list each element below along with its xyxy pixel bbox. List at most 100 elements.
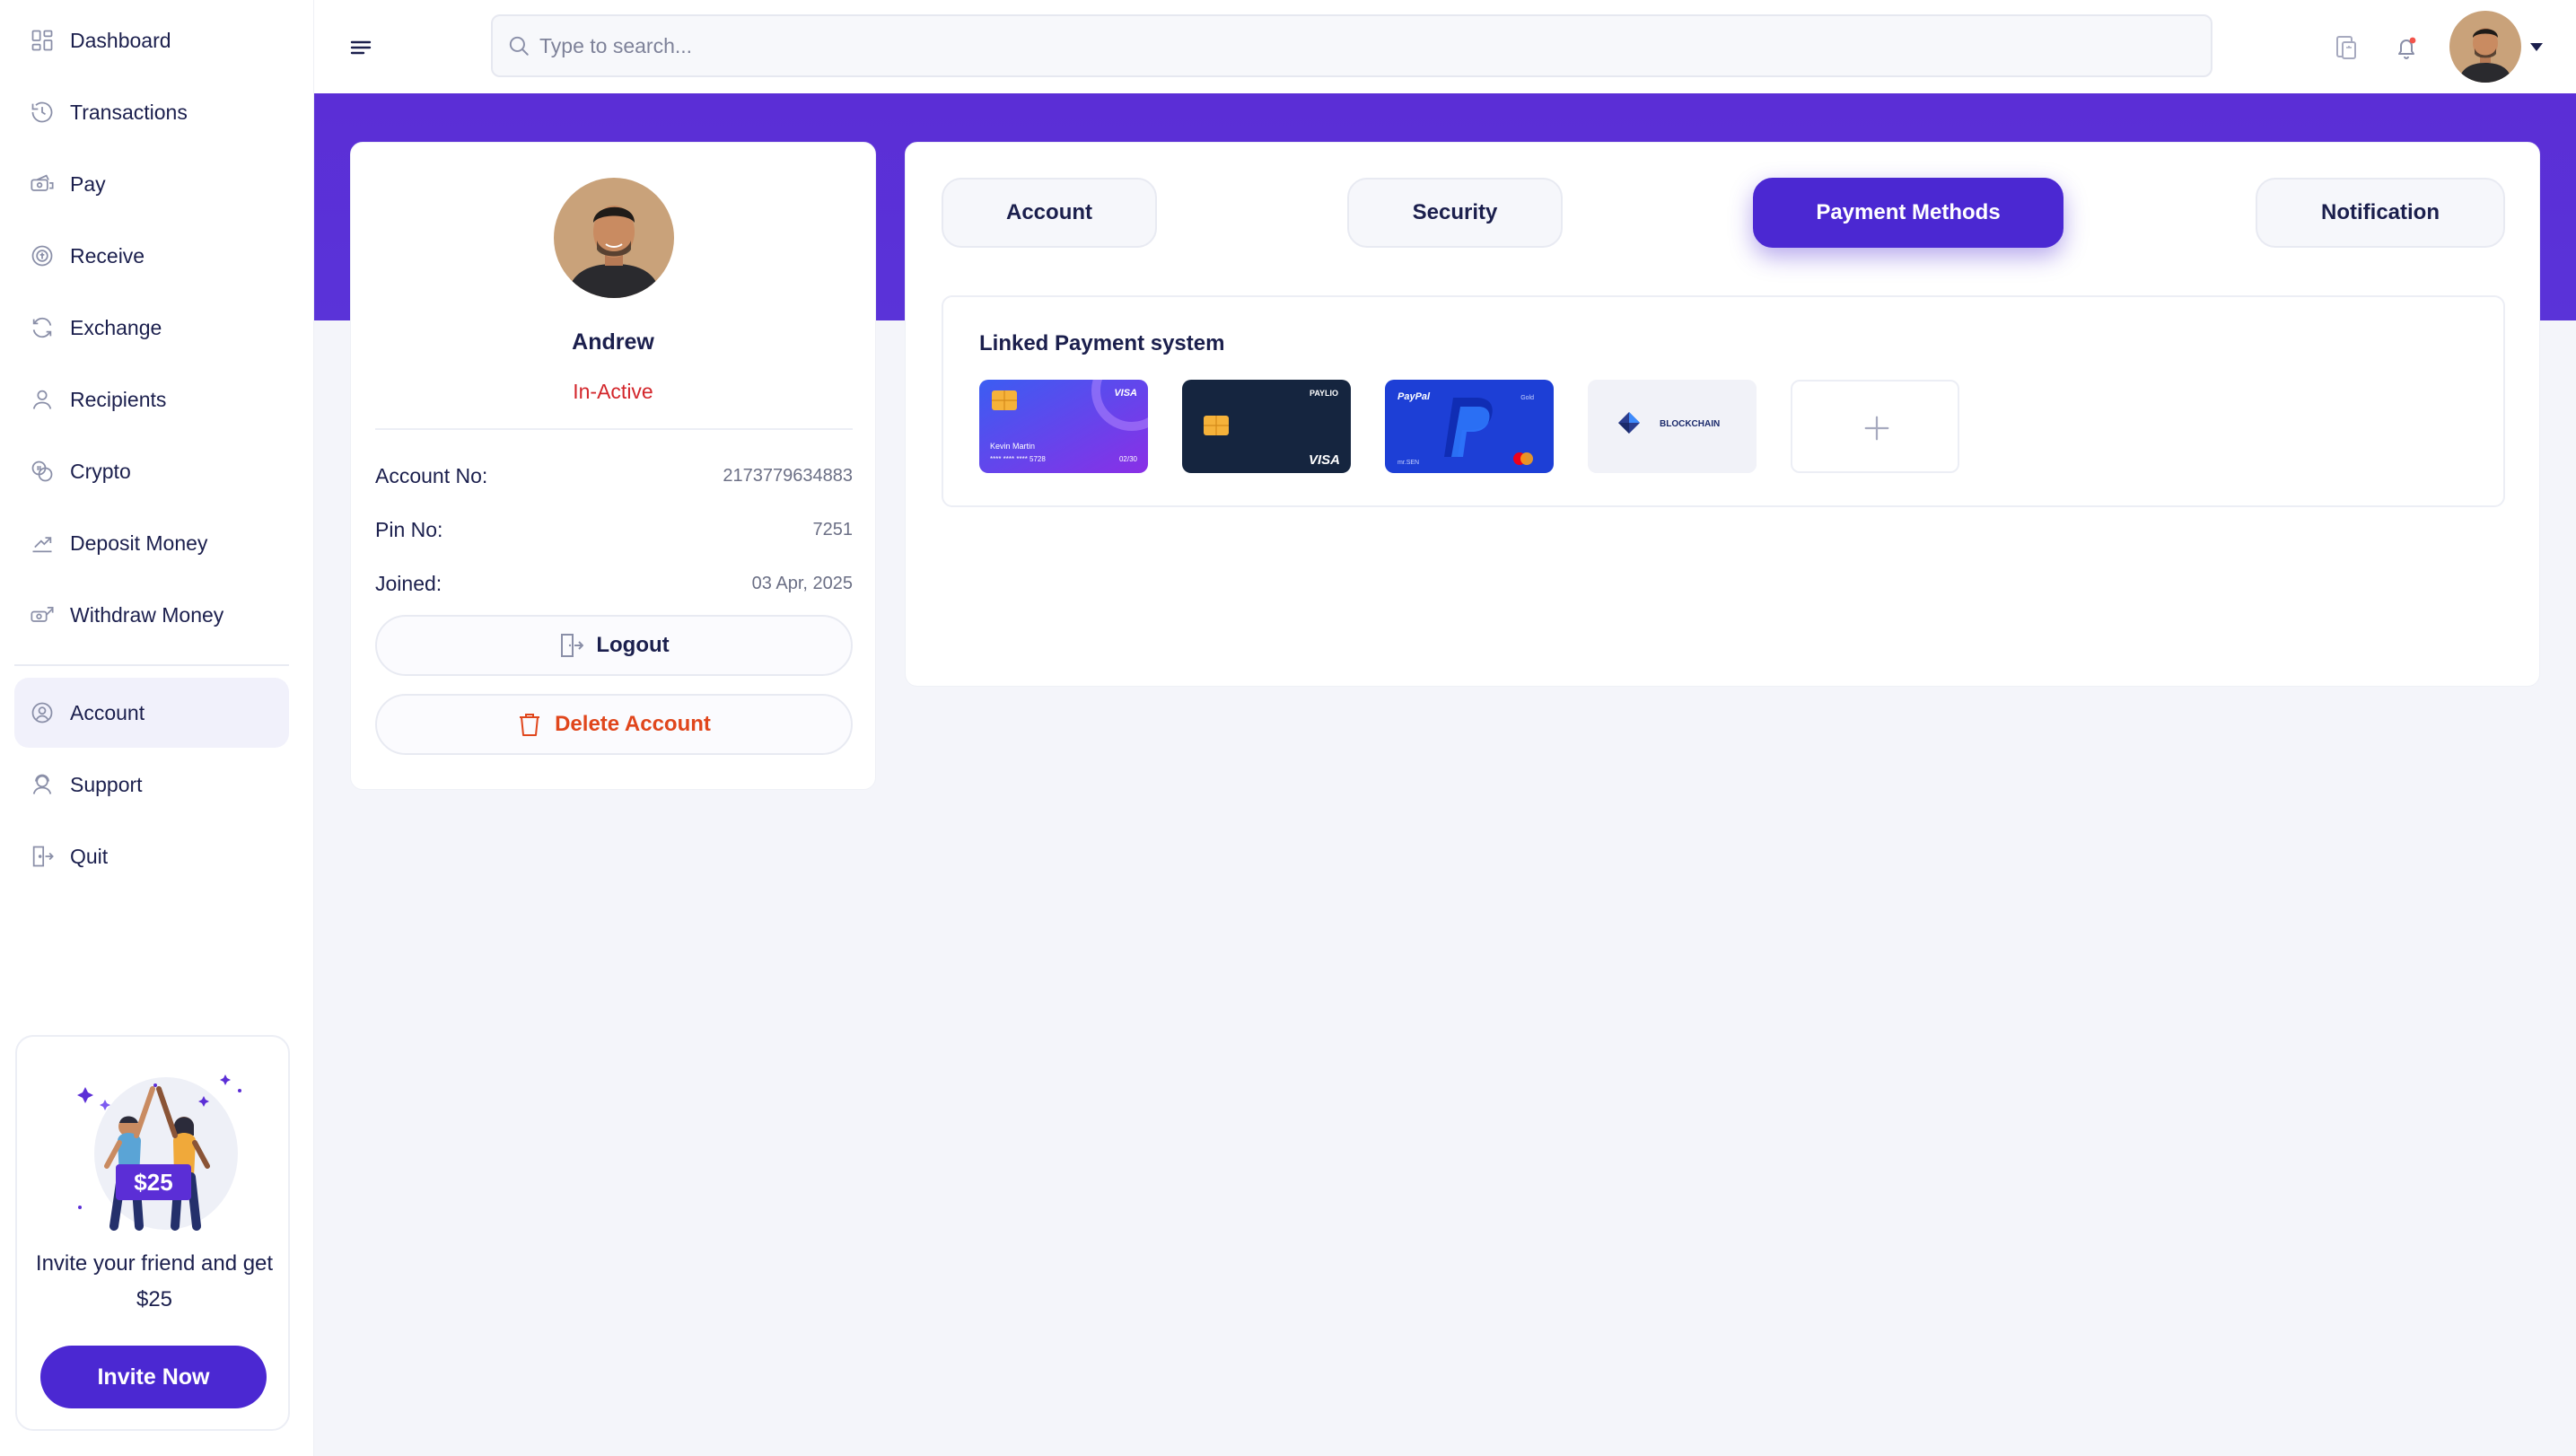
status-badge: In-Active (573, 380, 653, 403)
sidebar-item-label: Deposit Money (70, 531, 208, 555)
blockchain-card-icon: BLOCKCHAIN (1588, 380, 1757, 473)
quit-icon (25, 839, 59, 873)
sidebar-item-label: Account (70, 700, 145, 724)
search-input[interactable] (539, 33, 2155, 58)
top-header (314, 0, 2576, 93)
card-holder: Kevin Martin (990, 442, 1035, 451)
sidebar-item-label: Pay (70, 171, 106, 196)
promo-text: Invite your friend and get $25 (35, 1251, 274, 1311)
sidebar-item-label: Transactions (70, 100, 188, 124)
sidebar-item-label: Crypto (70, 459, 131, 483)
menu-toggle-icon[interactable] (348, 34, 375, 61)
sidebar-item-withdraw-money[interactable]: Withdraw Money (14, 580, 289, 650)
info-row-joined: Joined: 03 Apr, 2025 (375, 572, 853, 596)
tab-security[interactable]: Security (1347, 178, 1563, 248)
info-value: 03 Apr, 2025 (751, 574, 853, 593)
user-avatar-button[interactable] (2449, 11, 2521, 83)
info-label: Account No: (375, 464, 488, 487)
logout-icon (561, 634, 584, 657)
payment-card-blockchain[interactable]: BLOCKCHAIN (1588, 380, 1757, 473)
user-icon (25, 382, 59, 417)
withdraw-icon (25, 598, 59, 632)
search-bar (491, 14, 2212, 77)
tab-payment-methods[interactable]: Payment Methods (1753, 178, 2063, 248)
history-icon (25, 95, 59, 129)
sidebar-divider (14, 664, 289, 666)
sidebar-item-label: Receive (70, 243, 145, 268)
plus-icon (1864, 416, 1889, 441)
sidebar-item-deposit-money[interactable]: Deposit Money (14, 508, 289, 578)
exchange-icon (25, 311, 59, 345)
settings-panel: Account Security Payment Methods Notific… (905, 142, 2540, 687)
tab-notification[interactable]: Notification (2256, 178, 2505, 248)
profile-name: Andrew (572, 329, 654, 355)
dashboard-icon (25, 23, 59, 57)
sidebar-item-exchange[interactable]: Exchange (14, 293, 289, 363)
card-sub: Gold (1520, 395, 1534, 401)
card-brand: PayPal (1398, 391, 1431, 402)
receive-icon (25, 239, 59, 273)
support-icon (25, 767, 59, 802)
sidebar: Dashboard Transactions Pay Receive Excha… (0, 0, 314, 1456)
card-expiry: 02/30 (1119, 455, 1138, 463)
info-row-pin-no: Pin No: 7251 (375, 518, 853, 542)
card-holder: mr.SEN (1398, 460, 1419, 466)
logout-button[interactable]: Logout (375, 615, 853, 676)
logout-label: Logout (596, 633, 670, 657)
sidebar-item-pay[interactable]: Pay (14, 149, 289, 219)
add-payment-method-button[interactable] (1791, 380, 1959, 473)
chevron-down-icon[interactable] (2528, 39, 2545, 54)
info-row-account-no: Account No: 2173779634883 (375, 464, 853, 488)
pay-icon (25, 167, 59, 201)
sidebar-item-label: Quit (70, 844, 109, 868)
linked-payment-section: Linked Payment system VISA Kevin Martin … (942, 295, 2505, 507)
sidebar-item-receive[interactable]: Receive (14, 221, 289, 291)
card-brand: VISA (1114, 388, 1137, 399)
crypto-icon (25, 454, 59, 488)
deposit-icon (25, 526, 59, 560)
trash-icon (520, 714, 540, 736)
search-icon (509, 36, 529, 56)
account-icon (25, 696, 59, 730)
sidebar-item-transactions[interactable]: Transactions (14, 77, 289, 147)
sidebar-item-label: Exchange (70, 315, 162, 339)
sidebar-item-label: Withdraw Money (70, 602, 224, 627)
visa-card-icon: VISA Kevin Martin **** **** **** 5728 02… (979, 380, 1148, 473)
info-label: Joined: (375, 572, 442, 595)
sidebar-item-label: Support (70, 772, 143, 796)
sidebar-item-label: Dashboard (70, 28, 171, 52)
profile-card: Andrew In-Active Account No: 21737796348… (350, 142, 876, 790)
sidebar-item-recipients[interactable]: Recipients (14, 364, 289, 434)
avatar (2449, 11, 2521, 83)
sidebar-item-support[interactable]: Support (14, 750, 289, 820)
invite-promo-card: $25 Invite your friend and get $25 Invit… (15, 1035, 290, 1431)
card-network: VISA (1309, 452, 1340, 468)
card-number: **** **** **** 5728 (990, 455, 1046, 463)
info-value: 7251 (812, 520, 854, 539)
paylio-card-icon: PAYLIO VISA (1182, 380, 1351, 473)
sidebar-item-account[interactable]: Account (14, 678, 289, 748)
section-title: Linked Payment system (979, 331, 1225, 355)
notification-bell-icon[interactable] (2388, 30, 2424, 66)
sidebar-item-crypto[interactable]: Crypto (14, 436, 289, 506)
language-icon[interactable] (2328, 30, 2364, 66)
invite-now-button[interactable]: Invite Now (40, 1346, 267, 1408)
payment-card-visa[interactable]: VISA Kevin Martin **** **** **** 5728 02… (979, 380, 1148, 473)
high-five-illustration: $25 (77, 1074, 241, 1231)
sidebar-item-label: Recipients (70, 387, 167, 411)
card-brand: BLOCKCHAIN (1660, 419, 1720, 429)
avatar (554, 178, 674, 298)
payment-card-paylio[interactable]: PAYLIO VISA (1182, 380, 1351, 473)
card-brand: PAYLIO (1310, 389, 1338, 398)
info-label: Pin No: (375, 518, 443, 541)
promo-badge: $25 (134, 1169, 172, 1196)
sidebar-item-quit[interactable]: Quit (14, 821, 289, 891)
delete-account-button[interactable]: Delete Account (375, 694, 853, 755)
payment-card-paypal[interactable]: PayPal Gold mr.SEN (1385, 380, 1554, 473)
tab-account[interactable]: Account (942, 178, 1157, 248)
delete-account-label: Delete Account (555, 712, 711, 736)
sidebar-item-dashboard[interactable]: Dashboard (14, 5, 289, 75)
info-value: 2173779634883 (723, 466, 853, 486)
profile-divider (375, 428, 853, 430)
profile-avatar (554, 178, 674, 298)
